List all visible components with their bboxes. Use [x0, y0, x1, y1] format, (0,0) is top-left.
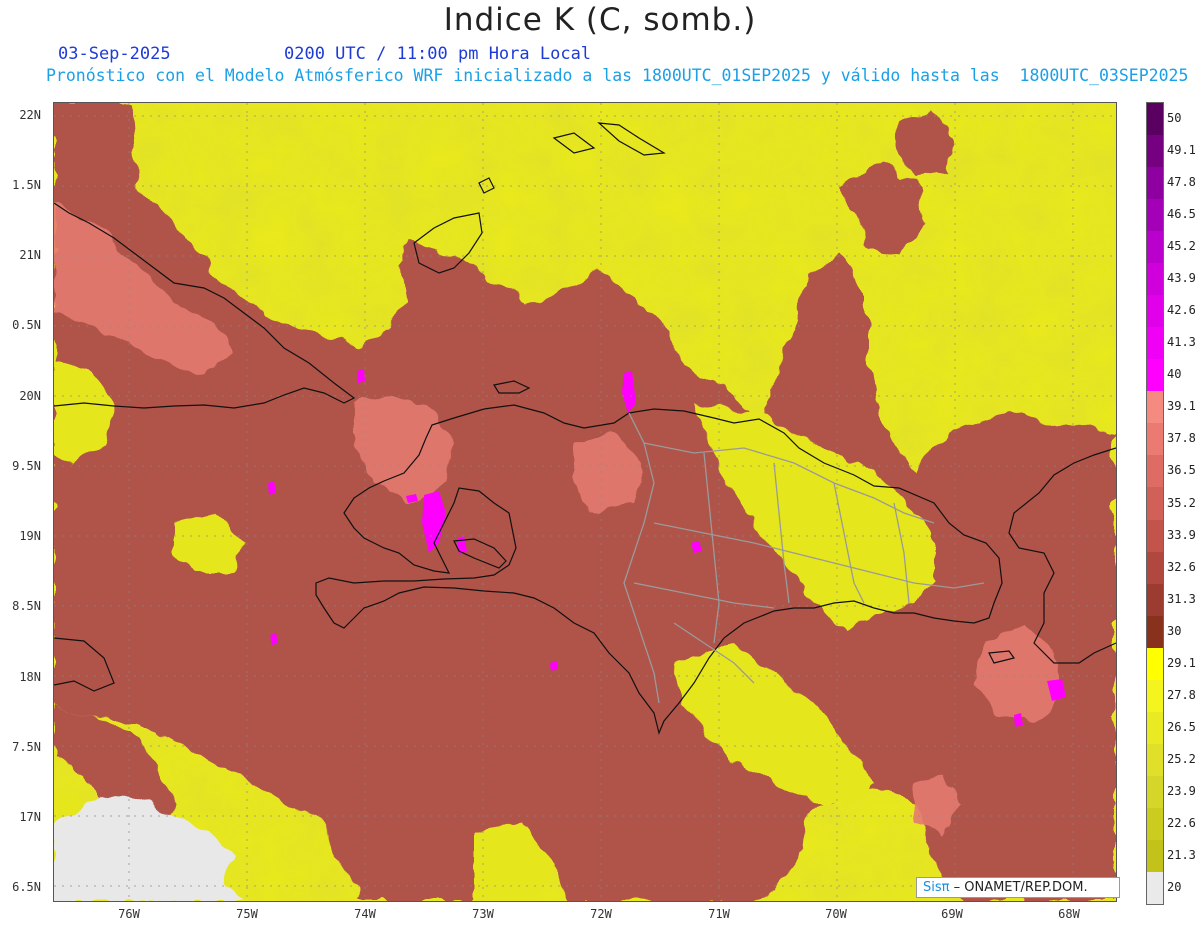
colorbar-swatch	[1147, 583, 1163, 617]
colorbar-swatch	[1147, 263, 1163, 296]
colorbar-label: 46.5	[1167, 207, 1196, 222]
lat-label: 19N	[19, 529, 41, 543]
colorbar-swatch	[1147, 327, 1163, 360]
colorbar-swatch	[1147, 519, 1163, 553]
lat-label: 1.5N	[12, 178, 41, 192]
colorbar-swatch	[1147, 103, 1163, 136]
colorbar-swatch	[1147, 295, 1163, 328]
colorbar-label: 43.9	[1167, 271, 1196, 286]
lon-label: 69W	[941, 907, 963, 921]
lon-label: 71W	[708, 907, 730, 921]
colorbar-swatch	[1147, 711, 1163, 745]
k-index-map	[53, 102, 1117, 902]
colorbar-swatch	[1147, 391, 1163, 424]
credit-box: Sisπ – ONAMET/REP.DOM.	[916, 877, 1120, 898]
colorbar-swatch	[1147, 231, 1163, 264]
colorbar-label: 23.9	[1167, 783, 1196, 798]
lat-label: 6.5N	[12, 880, 41, 894]
colorbar-label: 21.3	[1167, 847, 1196, 862]
colorbar-swatch	[1147, 167, 1163, 200]
colorbar-swatch	[1147, 807, 1163, 841]
lat-label: 0.5N	[12, 318, 41, 332]
credit-prefix: Sisπ	[923, 880, 950, 895]
colorbar-swatch	[1147, 423, 1163, 456]
colorbar-swatch	[1147, 839, 1163, 873]
colorbar-swatch	[1147, 135, 1163, 168]
colorbar-swatch	[1147, 679, 1163, 713]
date-label: 03-Sep-2025	[58, 44, 171, 64]
lon-label: 73W	[472, 907, 494, 921]
colorbar-label: 27.8	[1167, 687, 1196, 702]
lat-label: 22N	[19, 108, 41, 122]
time-label: 0200 UTC / 11:00 pm Hora Local	[284, 44, 592, 64]
colorbar-label: 50	[1167, 111, 1182, 126]
colorbar-label: 31.3	[1167, 591, 1196, 606]
colorbar-label: 37.8	[1167, 431, 1196, 446]
lon-label: 76W	[118, 907, 140, 921]
lon-label: 72W	[590, 907, 612, 921]
colorbar-label: 42.6	[1167, 303, 1196, 318]
colorbar-label: 36.5	[1167, 463, 1196, 478]
colorbar-swatch	[1147, 647, 1163, 681]
lat-label: 18N	[19, 670, 41, 684]
colorbar-label: 32.6	[1167, 559, 1196, 574]
colorbar-label: 47.8	[1167, 175, 1196, 190]
colorbar-label: 40	[1167, 367, 1182, 382]
lon-label: 68W	[1058, 907, 1080, 921]
colorbar-swatch	[1147, 359, 1163, 392]
colorbar-label: 41.3	[1167, 335, 1196, 350]
colorbar	[1146, 102, 1164, 905]
colorbar-swatch	[1147, 775, 1163, 809]
credit-text: – ONAMET/REP.DOM.	[953, 880, 1088, 895]
colorbar-label: 33.9	[1167, 527, 1196, 542]
colorbar-label: 30	[1167, 623, 1182, 638]
colorbar-label: 25.2	[1167, 751, 1196, 766]
colorbar-label: 39.1	[1167, 399, 1196, 414]
map-canvas	[54, 103, 1116, 901]
colorbar-label: 20	[1167, 879, 1182, 894]
colorbar-swatch	[1147, 871, 1163, 905]
colorbar-label: 26.5	[1167, 719, 1196, 734]
lat-label: 9.5N	[12, 459, 41, 473]
colorbar-swatch	[1147, 455, 1163, 488]
colorbar-swatch	[1147, 551, 1163, 585]
colorbar-swatch	[1147, 199, 1163, 232]
map-title: Indice K (C, somb.)	[443, 2, 757, 38]
forecast-note: Pronóstico con el Modelo Atmósferico WRF…	[46, 66, 1189, 85]
colorbar-label: 29.1	[1167, 655, 1196, 670]
lat-label: 7.5N	[12, 740, 41, 754]
colorbar-swatch	[1147, 487, 1163, 520]
colorbar-label: 49.1	[1167, 143, 1196, 158]
lon-label: 70W	[825, 907, 847, 921]
lat-label: 8.5N	[12, 599, 41, 613]
lat-label: 17N	[19, 810, 41, 824]
colorbar-label: 45.2	[1167, 239, 1196, 254]
lon-label: 75W	[236, 907, 258, 921]
colorbar-swatch	[1147, 743, 1163, 777]
colorbar-label: 22.6	[1167, 815, 1196, 830]
colorbar-label: 35.2	[1167, 495, 1196, 510]
lat-label: 21N	[19, 248, 41, 262]
colorbar-swatch	[1147, 615, 1163, 649]
lat-label: 20N	[19, 389, 41, 403]
lon-label: 74W	[354, 907, 376, 921]
